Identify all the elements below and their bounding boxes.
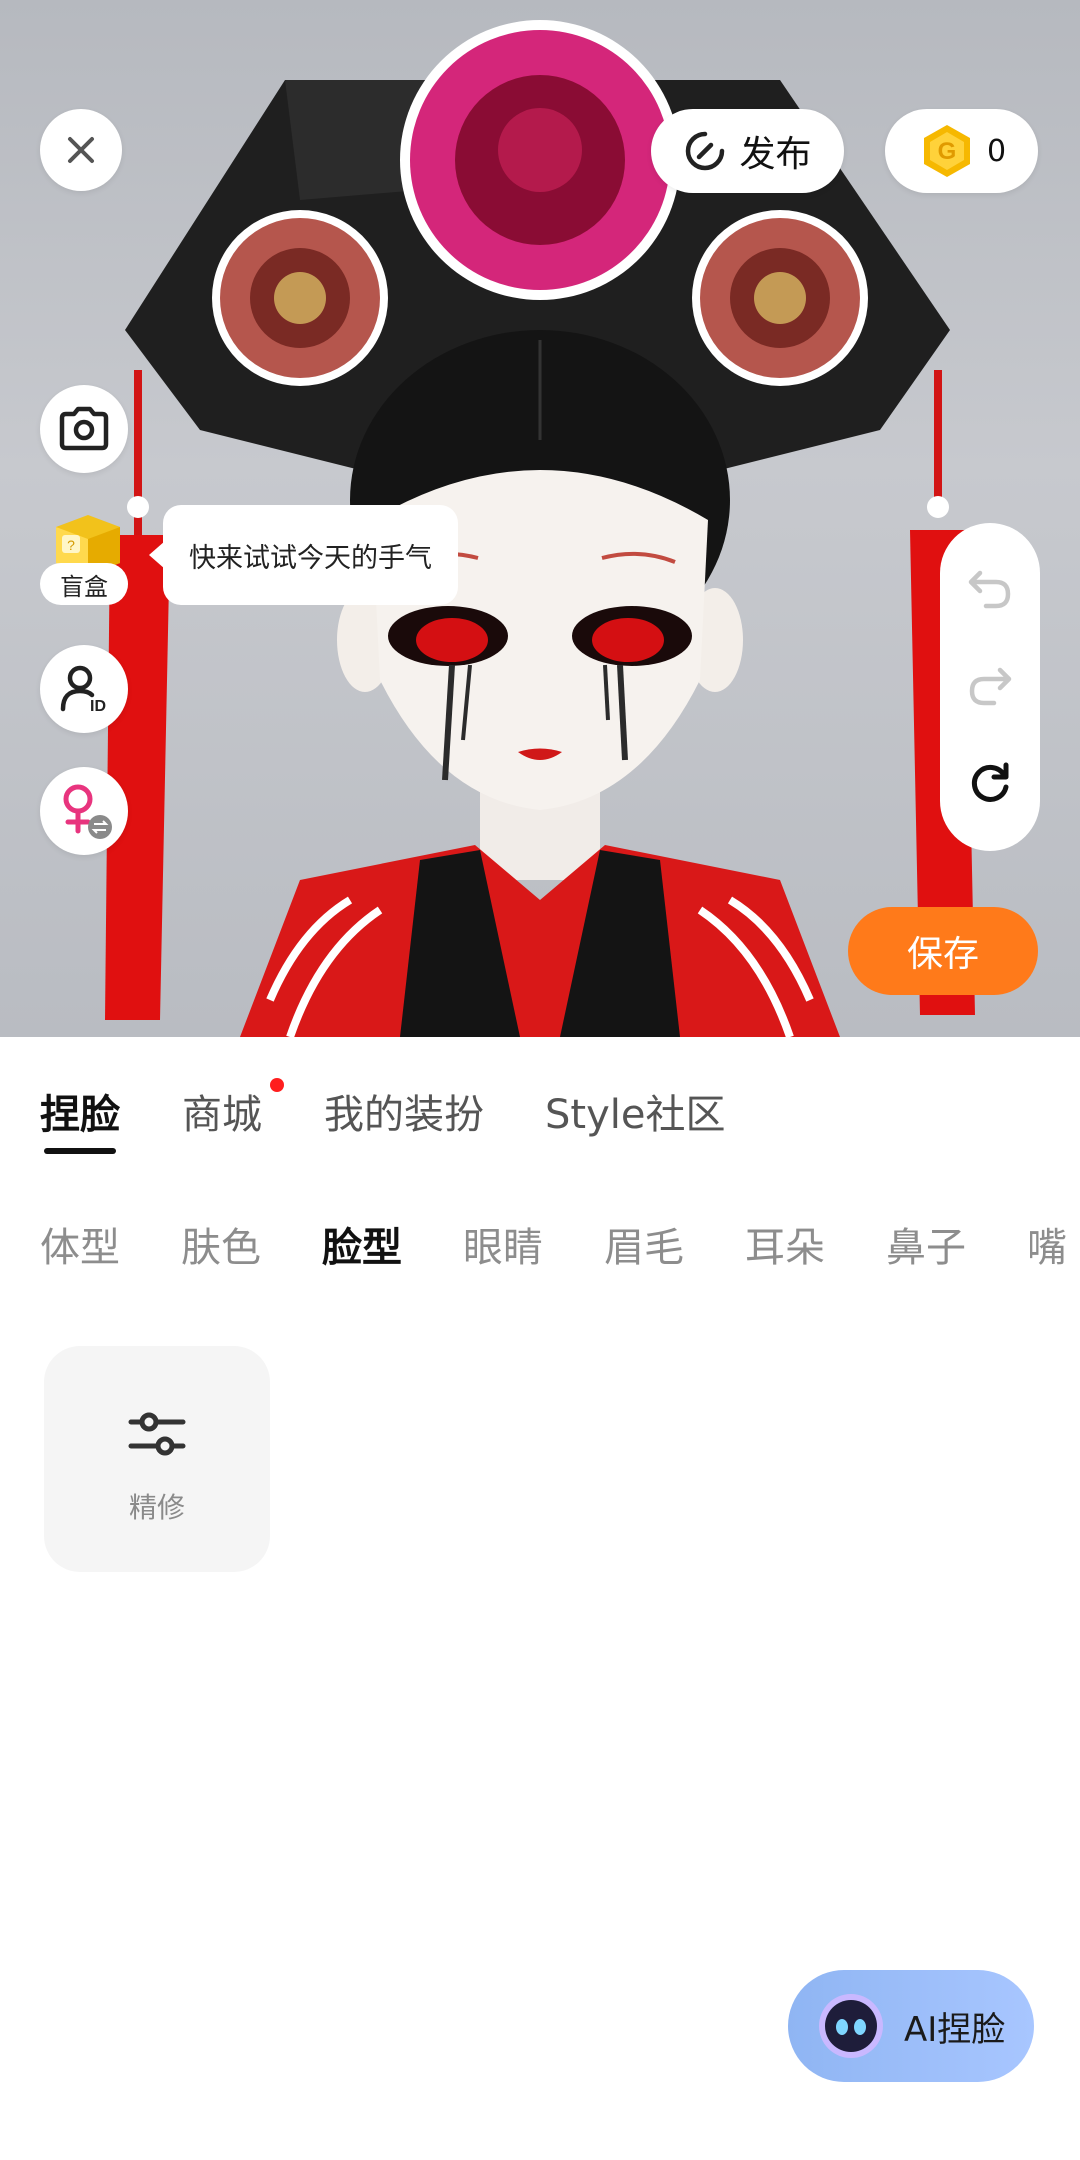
camera-button[interactable] [40,385,128,473]
subtab-body[interactable]: 体型 [40,1215,120,1273]
subtab-eyebrows[interactable]: 眉毛 [604,1215,684,1273]
ai-face-label: AI捏脸 [904,2009,1006,2050]
svg-text:G: G [938,138,957,165]
camera-icon [59,406,109,451]
svg-text:ID: ID [90,698,106,715]
subtab-ears[interactable]: 耳朵 [745,1215,825,1273]
id-card-button[interactable]: ID [40,645,128,733]
subtab-eyes[interactable]: 眼睛 [463,1215,543,1273]
close-button[interactable] [40,109,122,191]
coin-count: 0 [987,133,1007,169]
subtab-mouth[interactable]: 嘴 [1027,1215,1080,1273]
fine-tune-card[interactable]: 精修 [44,1346,270,1572]
tab-face[interactable]: 捏脸 [40,1082,120,1140]
tab-active-indicator [44,1148,116,1154]
tab-my-outfits[interactable]: 我的装扮 [324,1082,484,1140]
refresh-icon[interactable] [966,761,1014,809]
avatar-stage[interactable]: 发布 G 0 ? 盲盒 快来试试今天的手气 ID 保存 [0,0,1080,1037]
female-switch-icon [63,784,112,839]
blind-box-label-pill: 盲盒 [40,563,128,605]
subtab-skin[interactable]: 肤色 [181,1215,261,1273]
blind-box-label: 盲盒 [60,572,108,601]
undo-icon[interactable] [966,567,1014,611]
save-label: 保存 [906,934,979,975]
tab-shop[interactable]: 商城 [182,1082,262,1140]
sliders-icon [128,1412,186,1456]
save-button[interactable]: 保存 [848,907,1038,995]
subtab-face-shape[interactable]: 脸型 [322,1215,402,1273]
publish-button[interactable]: 发布 [651,109,844,193]
subtab-nose[interactable]: 鼻子 [886,1215,966,1273]
fine-tune-label: 精修 [128,1491,185,1524]
notification-dot [270,1078,284,1092]
svg-text:?: ? [67,537,75,553]
coin-balance[interactable]: G 0 [885,109,1038,193]
coin-icon: G [924,125,970,177]
publish-icon [686,131,725,171]
person-id-icon: ID [60,665,106,715]
blind-box-button[interactable]: ? 盲盒 [40,505,128,609]
close-icon [68,137,94,163]
history-panel [940,523,1040,851]
gender-switch-button[interactable] [40,767,128,855]
publish-label: 发布 [739,134,812,175]
robot-icon [819,1994,883,2058]
redo-icon[interactable] [966,664,1014,708]
blind-box-tooltip: 快来试试今天的手气 [149,505,458,605]
ai-face-button[interactable]: AI捏脸 [788,1970,1034,2082]
tooltip-text: 快来试试今天的手气 [189,542,432,574]
tab-style-community[interactable]: Style社区 [545,1082,725,1140]
